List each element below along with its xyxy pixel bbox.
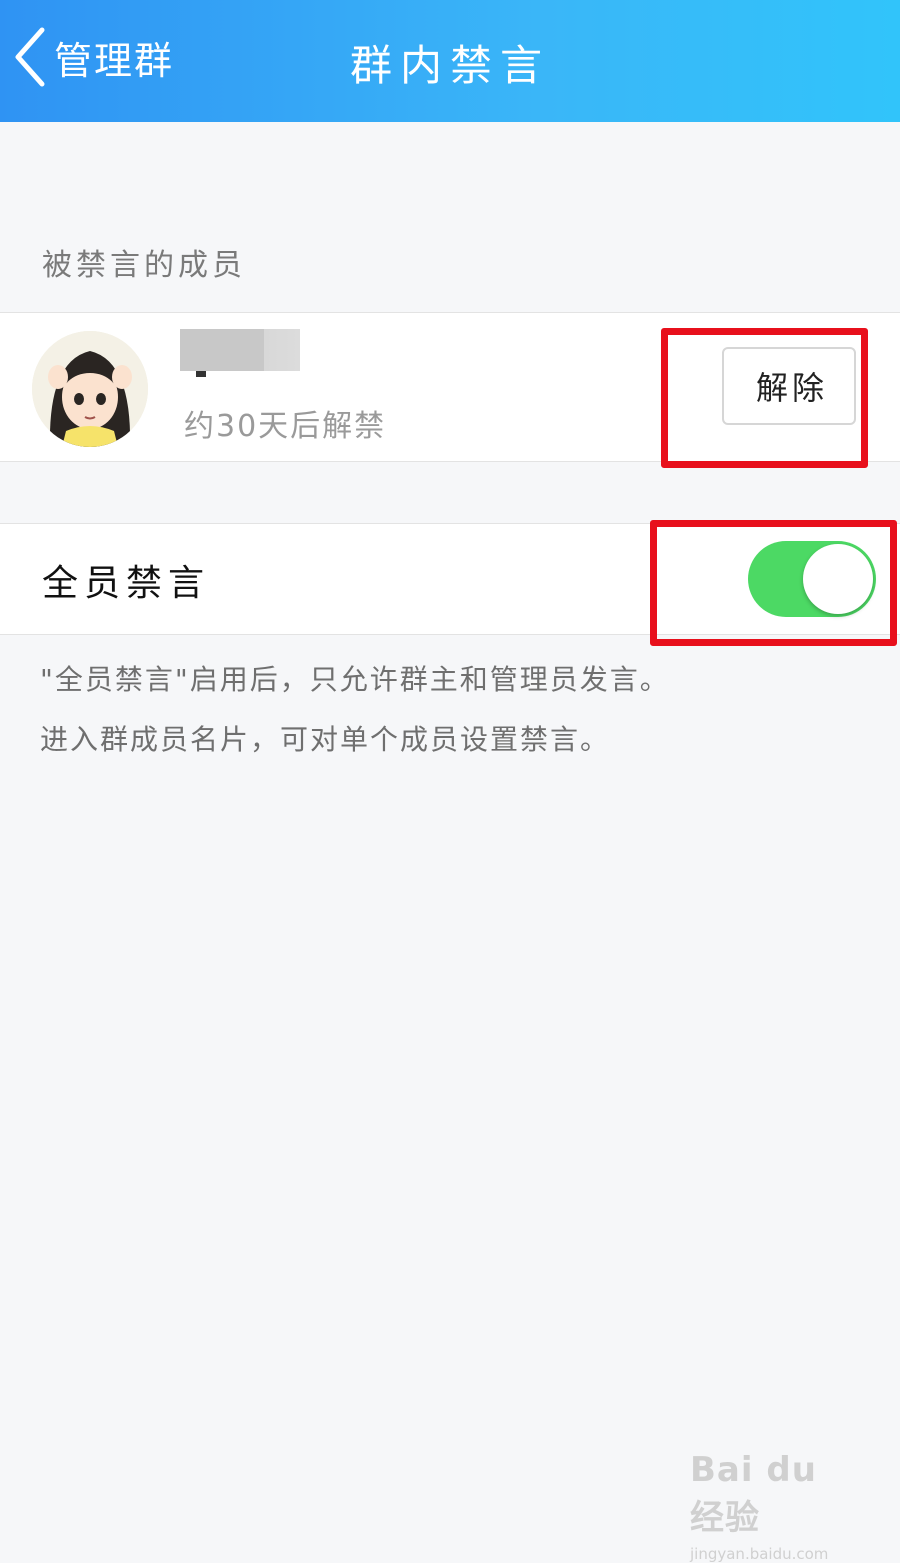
highlight-box-unmute <box>661 328 868 468</box>
navigation-bar: 管理群 群内禁言 <box>0 0 900 122</box>
avatar-girl-icon <box>32 331 148 447</box>
muted-members-section-label: 被禁言的成员 <box>42 248 246 283</box>
member-name-redacted <box>180 329 300 371</box>
watermark: Bai du 经验 jingyan.baidu.com <box>690 1450 860 1563</box>
watermark-url: jingyan.baidu.com <box>690 1545 829 1563</box>
avatar[interactable] <box>32 331 148 447</box>
hint-text-1: "全员禁言"启用后，只允许群主和管理员发言。 <box>40 663 670 696</box>
watermark-logo: Bai du 经验 <box>690 1450 817 1538</box>
page-title: 群内禁言 <box>349 41 550 90</box>
mute-all-label: 全员禁言 <box>42 563 211 604</box>
highlight-box-toggle <box>650 520 897 646</box>
hint-text-2: 进入群成员名片，可对单个成员设置禁言。 <box>40 723 611 756</box>
member-name-fragment <box>196 371 206 377</box>
mute-remaining-text: 约30天后解禁 <box>184 409 387 444</box>
